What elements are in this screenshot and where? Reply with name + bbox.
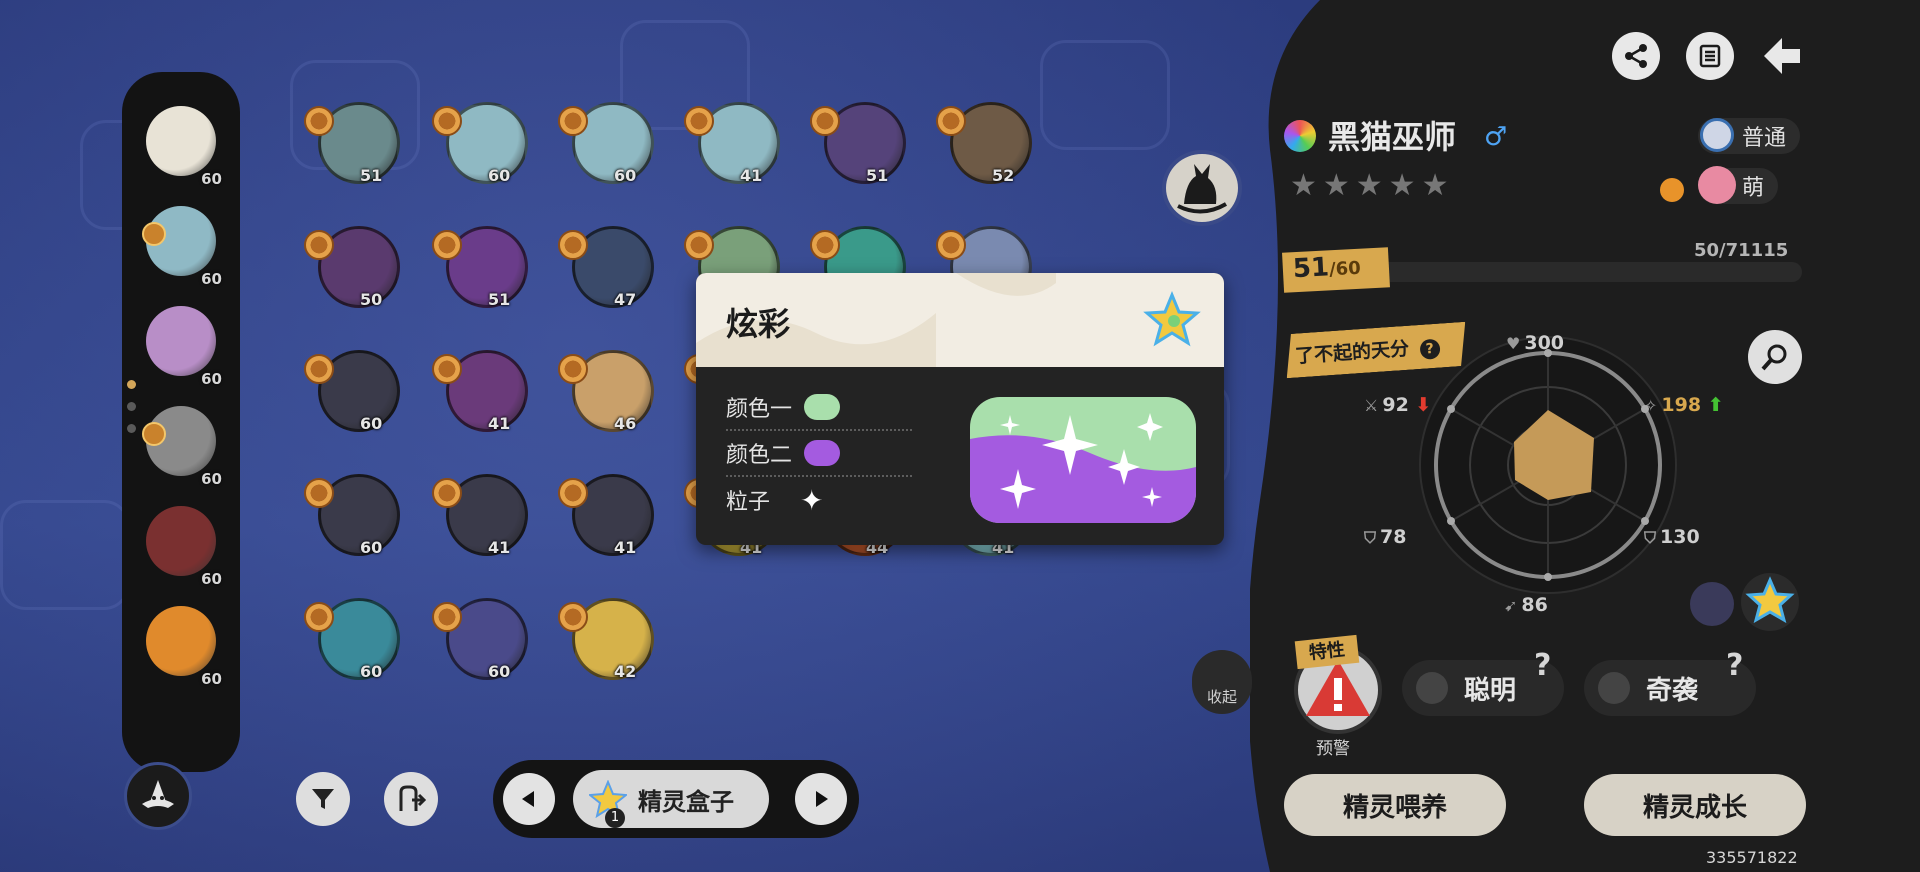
player-uid: 335571822 [1706,848,1798,867]
feed-button[interactable]: 精灵喂养 [1284,774,1506,836]
color-two-label: 颜色二 [726,443,793,468]
grow-button[interactable]: 精灵成长 [1584,774,1806,836]
stat-defense: ⛉ 78 [1364,526,1406,548]
nature-flower-icon [1698,166,1736,204]
level-value: 51 [1292,252,1330,285]
stat-sp-attack: ✧ 198 ⬆ [1644,394,1724,416]
popup-header: 炫彩 [696,273,1224,367]
list-button[interactable] [1686,32,1734,80]
skill-1-label: 聪明 [1464,675,1517,706]
skill-2-label: 奇袭 [1646,675,1699,706]
type-label: 普通 [1742,126,1787,151]
shiny-preview [970,397,1196,523]
stat-hp-value: 300 [1524,332,1565,354]
magic-shield-icon: ⛉ [1644,528,1657,547]
popup-title: 炫彩 [726,305,791,343]
stat-attack: ⚔ 92 ⬇ [1364,394,1431,416]
gender-icon: ♂ [1484,122,1508,152]
level-max: /60 [1328,257,1362,281]
element-type-icon [1284,120,1316,152]
stat-attack-value: 92 [1382,394,1409,416]
normal-type-icon [1700,118,1734,152]
color-two-row: 颜色二 [726,431,912,477]
pet-name: 黑猫巫师 [1328,118,1457,156]
stat-radar-chart [1419,336,1677,594]
back-arrow-icon [1764,38,1800,74]
stat-sp-defense-value: 130 [1660,526,1700,548]
fruit-icon [1660,178,1684,202]
particle-row: 粒子 ✦ [726,477,912,523]
skill-ambush-icon [1598,672,1630,704]
stat-down-arrow-icon: ⬇ [1408,394,1432,416]
skill-star-icon [1416,672,1448,704]
nature-chip[interactable]: 萌 [1698,166,1779,204]
color-one-label: 颜色一 [726,397,793,422]
shield-icon: ⛉ [1364,528,1377,547]
blood-star-icon[interactable] [1690,582,1734,626]
sparkle-icon: ✦ [800,483,824,517]
exp-bar [1380,262,1802,282]
shiny-color-popup: 炫彩 颜色一 颜色二 粒子 ✦ [696,273,1224,545]
color-one-row: 颜色一 [726,385,912,431]
skill-1-help-icon[interactable]: ? [1534,648,1551,683]
shiny-star-icon [1143,291,1201,347]
color-one-swatch [804,394,841,420]
wand-icon: ✧ [1644,396,1658,415]
share-icon [1625,44,1647,68]
star-rating: ★★★★★ [1290,168,1455,203]
list-icon [1699,44,1721,68]
stat-hp: ♥ 300 [1506,332,1564,354]
stat-speed-value: 86 [1521,594,1548,616]
skill-2-help-icon[interactable]: ? [1726,648,1743,683]
stat-speed: ➹ 86 [1504,594,1548,616]
type-chip[interactable]: 普通 [1698,118,1801,154]
nature-label: 萌 [1742,176,1765,201]
trait-name: 预警 [1316,739,1350,759]
inspect-button[interactable] [1748,330,1802,384]
shiny-star-icon[interactable] [1740,572,1800,632]
back-button[interactable] [1758,32,1806,80]
stat-defense-value: 78 [1380,526,1407,548]
shiny-preview-swatch [970,397,1196,523]
boot-icon: ➹ [1504,596,1518,615]
exp-text: 50/71115 [1694,240,1789,261]
feed-button-label: 精灵喂养 [1342,792,1447,823]
grow-button-label: 精灵成长 [1642,792,1747,823]
heart-icon: ♥ [1506,334,1521,353]
stat-sp-defense: ⛉ 130 [1644,526,1700,548]
color-two-swatch [804,440,841,466]
stat-sp-attack-value: 198 [1661,394,1702,416]
share-button[interactable] [1612,32,1660,80]
sword-icon: ⚔ [1364,396,1379,415]
level-badge: 51/60 [1282,247,1390,293]
talent-label: 了不起的天分 [1294,337,1410,368]
magnifier-icon [1761,344,1787,371]
particle-label: 粒子 [726,490,771,515]
stat-up-arrow-icon: ⬆ [1701,394,1724,416]
